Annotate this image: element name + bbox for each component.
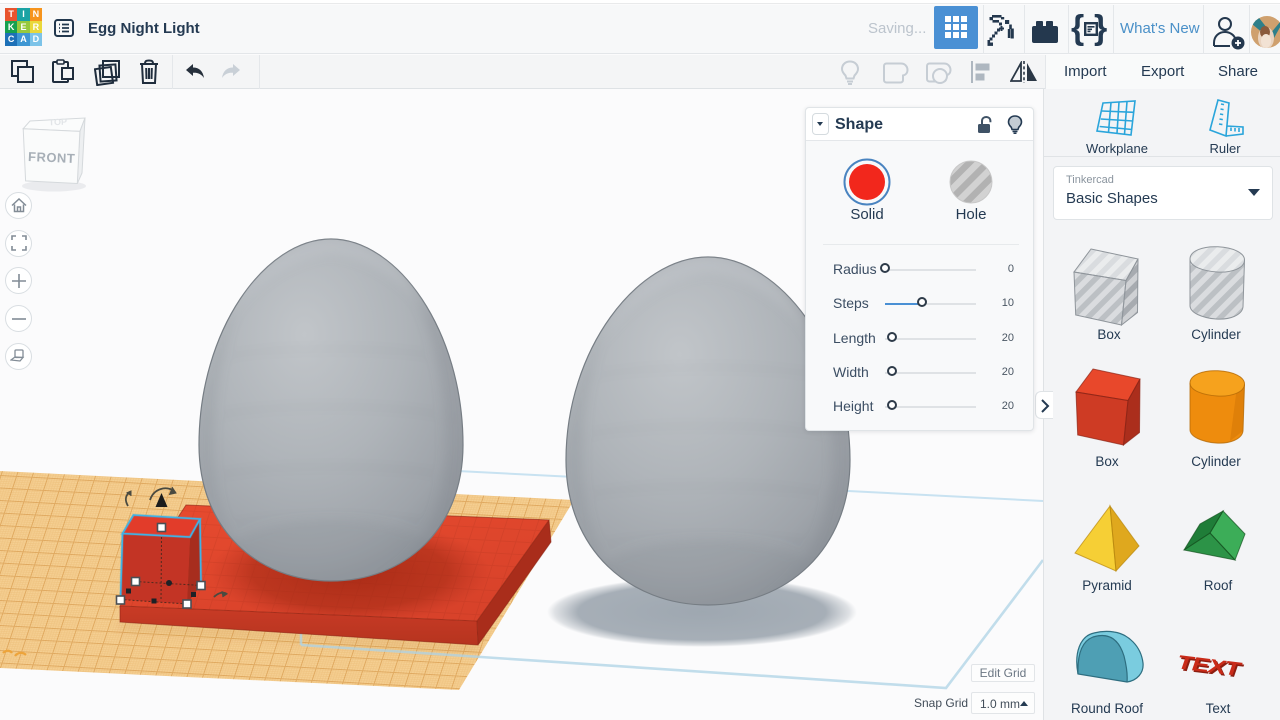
- svg-text:Roof: Roof: [1204, 578, 1233, 593]
- svg-text:TEXT: TEXT: [1174, 651, 1244, 680]
- svg-text:Box: Box: [1095, 454, 1119, 469]
- svg-text:FRONT: FRONT: [28, 149, 76, 166]
- svg-text:Cylinder: Cylinder: [1191, 327, 1241, 342]
- svg-text:Text: Text: [1206, 701, 1231, 716]
- svg-text:TOP: TOP: [49, 117, 68, 128]
- svg-text:Box: Box: [1097, 327, 1121, 342]
- svg-text:Cylinder: Cylinder: [1191, 454, 1241, 469]
- svg-text:Round Roof: Round Roof: [1071, 701, 1143, 716]
- svg-text:Pyramid: Pyramid: [1082, 578, 1132, 593]
